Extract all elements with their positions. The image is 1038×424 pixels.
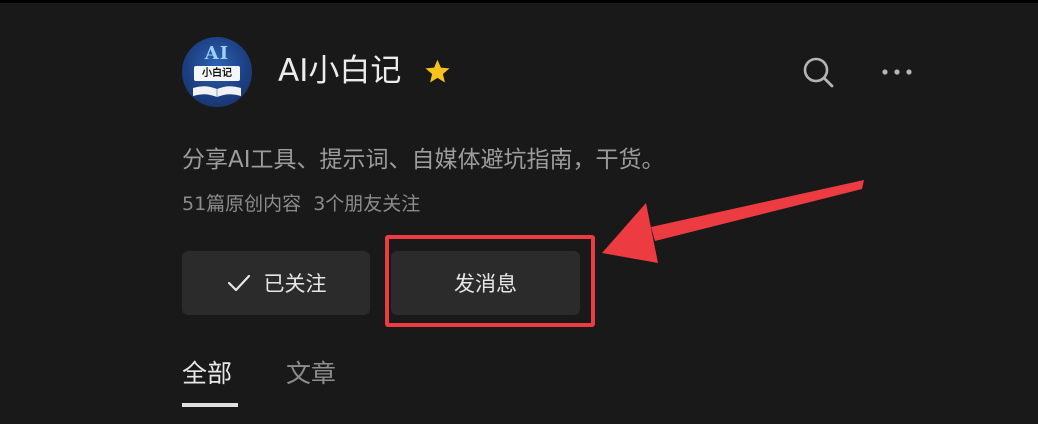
avatar[interactable]: AI 小白记 <box>182 37 252 107</box>
annotation-arrow <box>602 180 864 263</box>
stat-articles[interactable]: 51篇原创内容 <box>182 193 301 215</box>
follow-button[interactable]: 已关注 <box>182 251 370 315</box>
book-icon <box>193 86 241 97</box>
more-icon[interactable] <box>878 59 916 85</box>
annotation-highlight-box <box>385 235 595 327</box>
tab-active-underline <box>182 403 238 407</box>
tab-all[interactable]: 全部 <box>182 355 232 393</box>
check-icon <box>227 274 250 292</box>
follow-button-label: 已关注 <box>263 272 327 296</box>
tab-articles[interactable]: 文章 <box>286 355 336 393</box>
search-icon[interactable] <box>800 54 836 90</box>
avatar-ai-text: AI <box>204 43 230 64</box>
profile-description: 分享AI工具、提示词、自媒体避坑指南，干货。 <box>182 147 665 173</box>
avatar-banner: 小白记 <box>194 66 240 81</box>
star-icon <box>425 59 450 83</box>
top-border <box>0 0 1038 3</box>
stat-friends[interactable]: 3个朋友关注 <box>313 193 420 215</box>
profile-stats: 51篇原创内容 3个朋友关注 <box>182 187 420 221</box>
account-name: AI小白记 <box>278 53 402 89</box>
